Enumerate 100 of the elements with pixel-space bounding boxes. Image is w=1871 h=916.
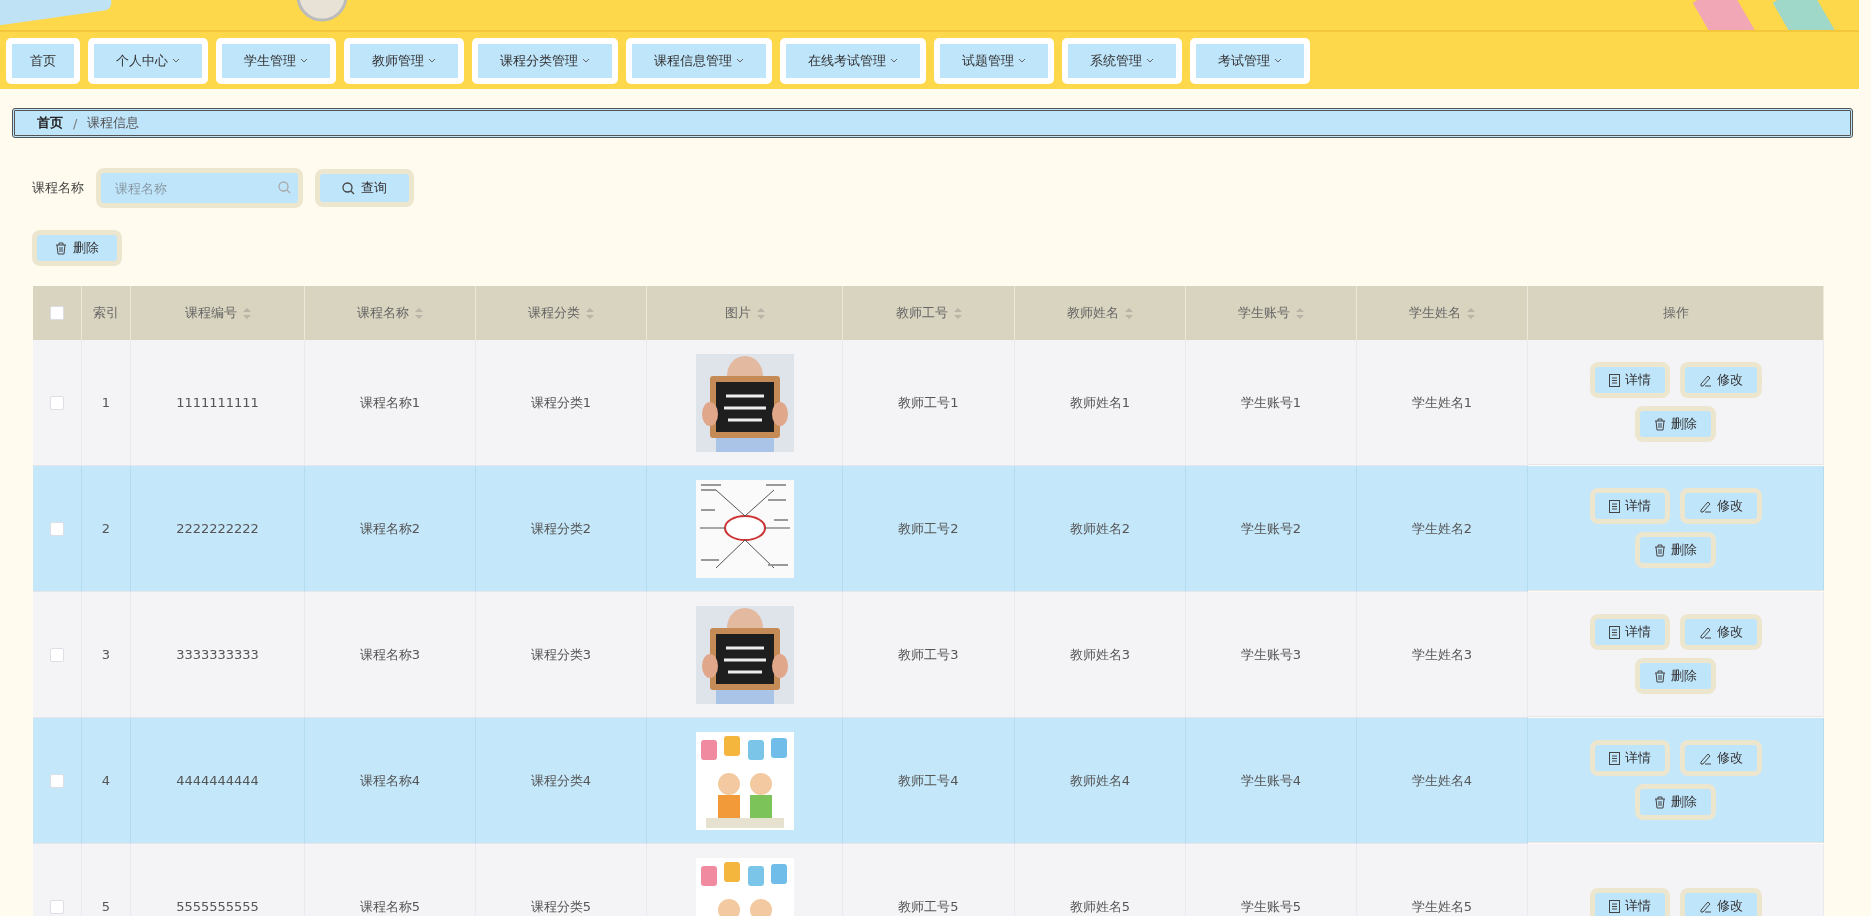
pencil-icon [1698,899,1712,913]
table-cell: 学生姓名4 [1357,718,1528,844]
table-cell: 教师工号1 [843,340,1015,466]
row-checkbox[interactable] [50,395,64,410]
edit-button[interactable]: 修改 [1679,614,1762,650]
table-cell: 教师姓名3 [1015,592,1186,718]
edit-button[interactable]: 修改 [1679,888,1762,916]
detail-button[interactable]: 详情 [1589,740,1670,776]
nav-menu-item[interactable]: 课程分类管理 [472,37,618,84]
sort-icon[interactable] [953,307,962,319]
detail-button[interactable]: 详情 [1589,362,1670,398]
detail-button[interactable]: 详情 [1589,888,1670,916]
table-cell: 教师姓名4 [1015,718,1186,844]
column-header: 操作 [1662,304,1689,322]
document-icon [1608,625,1620,639]
pencil-icon [1698,499,1712,513]
table-cell: 2 [82,466,131,592]
row-checkbox[interactable] [50,899,64,914]
document-icon [1608,899,1620,913]
row-checkbox[interactable] [50,647,64,662]
row-checkbox[interactable] [50,773,64,788]
table-cell: 课程分类5 [476,844,647,916]
nav-menu-item[interactable]: 系统管理 [1062,37,1182,84]
nav-menu-item[interactable]: 考试管理 [1190,37,1310,84]
table-cell: 教师工号5 [843,844,1015,916]
nav-menu-item[interactable]: 在线考试管理 [780,37,926,84]
table-cell: 学生账号3 [1186,592,1357,718]
sort-icon[interactable] [1296,307,1304,319]
document-icon [1608,373,1620,387]
nav-menu-item[interactable]: 首页 [6,37,80,84]
column-header[interactable]: 教师工号 [895,304,948,322]
table-cell: 3333333333 [131,592,305,718]
trash-icon [1654,543,1666,557]
table-cell: 4 [82,718,131,844]
delete-button[interactable]: 删除 [1635,406,1716,442]
table-cell: 教师工号3 [843,592,1015,718]
delete-button[interactable]: 删除 [1635,532,1716,568]
table-cell: 教师姓名2 [1015,466,1186,592]
search-icon [278,181,291,194]
pencil-icon [1698,751,1712,765]
table-cell: 学生姓名2 [1357,466,1528,592]
pencil-icon [1698,373,1712,387]
column-header[interactable]: 课程分类 [528,304,580,322]
sort-icon[interactable] [756,307,765,319]
select-all-checkbox[interactable] [50,306,64,320]
sort-icon[interactable] [586,307,594,319]
sort-icon[interactable] [1467,307,1475,319]
column-header[interactable]: 课程名称 [357,304,409,322]
trash-icon [1654,669,1666,683]
table-cell: 课程名称2 [305,466,476,592]
query-button[interactable]: 查询 [315,169,414,207]
table-cell: 教师工号2 [843,466,1015,592]
column-header[interactable]: 学生姓名 [1409,304,1461,322]
breadcrumb-item[interactable]: 首页 [37,114,63,132]
trash-icon [55,241,67,255]
document-icon [1608,751,1620,765]
column-header[interactable]: 学生账号 [1238,304,1290,322]
table-cell: 教师工号4 [843,718,1015,844]
table-cell: 5555555555 [131,844,305,916]
search-label: 课程名称 [32,179,84,197]
nav-menu-item[interactable]: 课程信息管理 [626,37,772,84]
edit-button[interactable]: 修改 [1679,740,1762,776]
breadcrumb-item: 课程信息 [87,114,140,132]
table-cell: 学生账号4 [1186,718,1357,844]
sort-icon[interactable] [1125,307,1133,319]
table-cell: 学生姓名5 [1357,844,1528,916]
nav-menu-item[interactable]: 教师管理 [344,37,464,84]
table-cell: 课程分类1 [476,340,647,466]
row-checkbox[interactable] [50,521,64,536]
table-cell: 1111111111 [131,340,305,466]
delete-button[interactable]: 删除 [1635,784,1716,820]
detail-button[interactable]: 详情 [1589,488,1670,524]
table-cell: 课程名称3 [305,592,476,718]
search-field[interactable]: 课程名称 [96,168,303,208]
delete-button[interactable]: 删除 [32,230,122,266]
table-cell: 课程名称4 [305,718,476,844]
column-header[interactable]: 图片 [724,304,751,322]
detail-button[interactable]: 详情 [1589,614,1670,650]
sort-icon[interactable] [415,307,423,319]
table-cell: 5 [82,844,131,916]
edit-button[interactable]: 修改 [1679,488,1762,524]
search-icon [342,181,355,195]
delete-button[interactable]: 删除 [1635,658,1716,694]
trash-icon [1654,795,1666,809]
table-cell: 4444444444 [131,718,305,844]
table-cell: 学生姓名1 [1357,340,1528,466]
table-cell: 1 [82,340,131,466]
column-header[interactable]: 教师姓名 [1067,304,1119,322]
sort-icon[interactable] [242,307,251,319]
edit-button[interactable]: 修改 [1679,362,1762,398]
table-cell: 3 [82,592,131,718]
column-header: 索引 [93,304,119,322]
nav-menu-item[interactable]: 个人中心 [88,37,208,84]
table-cell: 学生账号5 [1186,844,1357,916]
column-header[interactable]: 课程编号 [184,304,237,322]
table-cell: 课程名称5 [305,844,476,916]
table-cell: 2222222222 [131,466,305,592]
nav-menu-item[interactable]: 学生管理 [216,37,336,84]
table-cell: 课程分类2 [476,466,647,592]
nav-menu-item[interactable]: 试题管理 [934,37,1054,84]
